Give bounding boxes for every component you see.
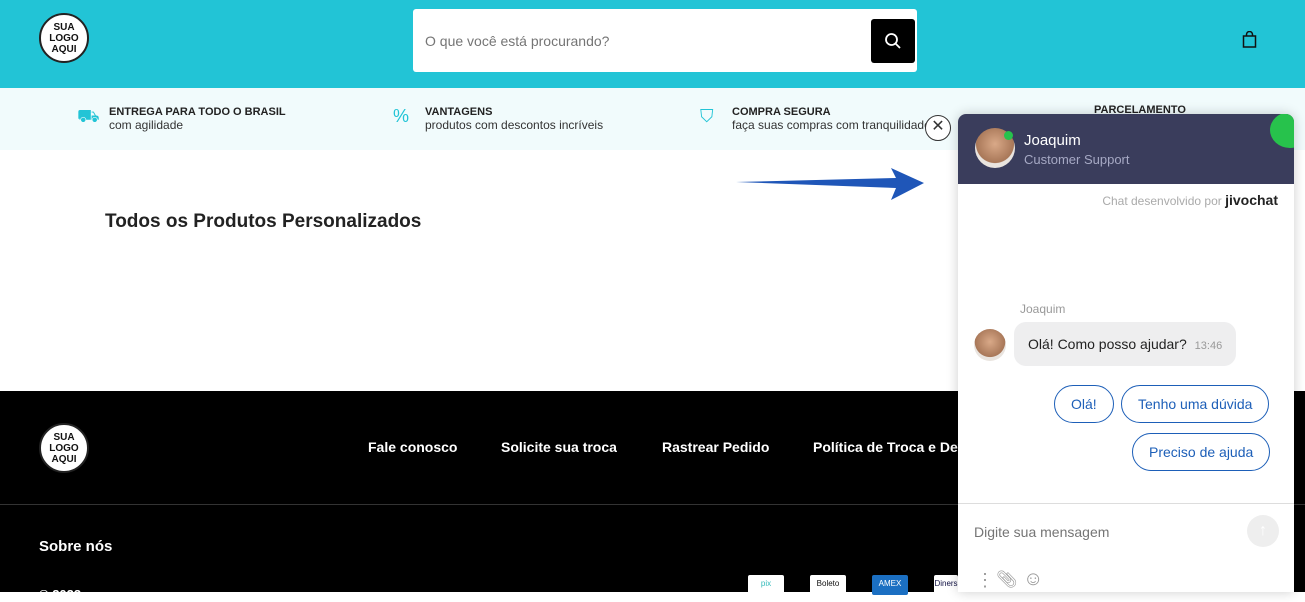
quick-reply-ajuda[interactable]: Preciso de ajuda	[1132, 433, 1271, 471]
diners-icon: Diners	[934, 575, 958, 595]
arrow-pointer-icon	[736, 168, 924, 200]
feature-title: VANTAGENS	[425, 106, 493, 118]
header: SUA LOGO AQUI	[0, 0, 1305, 88]
emoji-icon[interactable]: ☺	[1023, 568, 1043, 591]
percent-icon: %	[393, 106, 410, 126]
about-heading: Sobre nós	[39, 538, 113, 555]
powered-label: Chat desenvolvido por	[1102, 194, 1222, 208]
search-icon	[885, 33, 901, 49]
message-bubble: Olá! Como posso ajudar? 13:46	[1014, 322, 1237, 366]
quick-reply-duvida[interactable]: Tenho uma dúvida	[1121, 385, 1270, 423]
quick-reply-ola[interactable]: Olá!	[1054, 385, 1114, 423]
message-time: 13:46	[1194, 340, 1223, 352]
copyright: © 2023	[39, 587, 82, 602]
feature-subtitle: com agilidade	[109, 118, 184, 132]
send-button[interactable]: ↑	[1247, 515, 1279, 547]
message-avatar	[974, 329, 1006, 361]
corner-decoration	[1270, 114, 1294, 148]
more-options-icon[interactable]: ⋮	[976, 570, 994, 591]
feature-subtitle: faça suas compras com tranquilidade	[732, 118, 931, 132]
footer-link-track[interactable]: Rastrear Pedido	[662, 439, 769, 455]
search-box	[413, 9, 917, 72]
feature-title: ENTREGA PARA TODO O BRASIL	[109, 106, 286, 118]
message-sender: Joaquim	[1020, 302, 1066, 316]
cart-icon[interactable]	[1242, 31, 1257, 48]
chat-close-button[interactable]: ✕	[925, 115, 951, 141]
page-title: Todos os Produtos Personalizados	[105, 211, 422, 232]
chat-divider	[958, 503, 1294, 504]
footer-link-exchange[interactable]: Solicite sua troca	[501, 439, 617, 455]
chat-header: Joaquim Customer Support	[958, 114, 1294, 184]
footer-logo[interactable]: SUA LOGO AQUI	[39, 423, 89, 473]
agent-name: Joaquim	[1024, 132, 1081, 149]
chat-message-input[interactable]	[974, 518, 1234, 546]
attach-icon[interactable]: 📎︎	[996, 570, 1018, 590]
feature-delivery: ⛟ ENTREGA PARA TODO O BRASIL com agilidade	[77, 106, 286, 132]
truck-icon: ⛟	[77, 106, 100, 126]
pix-icon: pix	[748, 575, 784, 595]
agent-role: Customer Support	[1024, 152, 1130, 167]
amex-icon: AMEX	[872, 575, 908, 595]
shield-icon: ⛉	[700, 106, 714, 126]
feature-title: COMPRA SEGURA	[732, 106, 831, 118]
feature-advantages: % VANTAGENS produtos com descontos incríve…	[393, 106, 603, 132]
powered-by: Chat desenvolvido por jivochat	[1102, 192, 1278, 208]
footer-link-contact[interactable]: Fale conosco	[368, 439, 457, 455]
feature-secure: ⛉ COMPRA SEGURA faça suas compras com tran…	[700, 106, 931, 132]
logo[interactable]: SUA LOGO AQUI	[39, 13, 89, 63]
search-button[interactable]	[871, 19, 915, 63]
message-text: Olá! Como posso ajudar?	[1028, 336, 1187, 352]
boleto-icon: Boleto	[810, 575, 846, 595]
online-status-icon	[1004, 131, 1013, 140]
jivochat-logo[interactable]: jivochat	[1225, 192, 1278, 208]
chat-widget: Joaquim Customer Support Chat desenvolvi…	[958, 114, 1294, 592]
search-input[interactable]	[413, 9, 863, 72]
feature-subtitle: produtos com descontos incríveis	[425, 118, 604, 132]
